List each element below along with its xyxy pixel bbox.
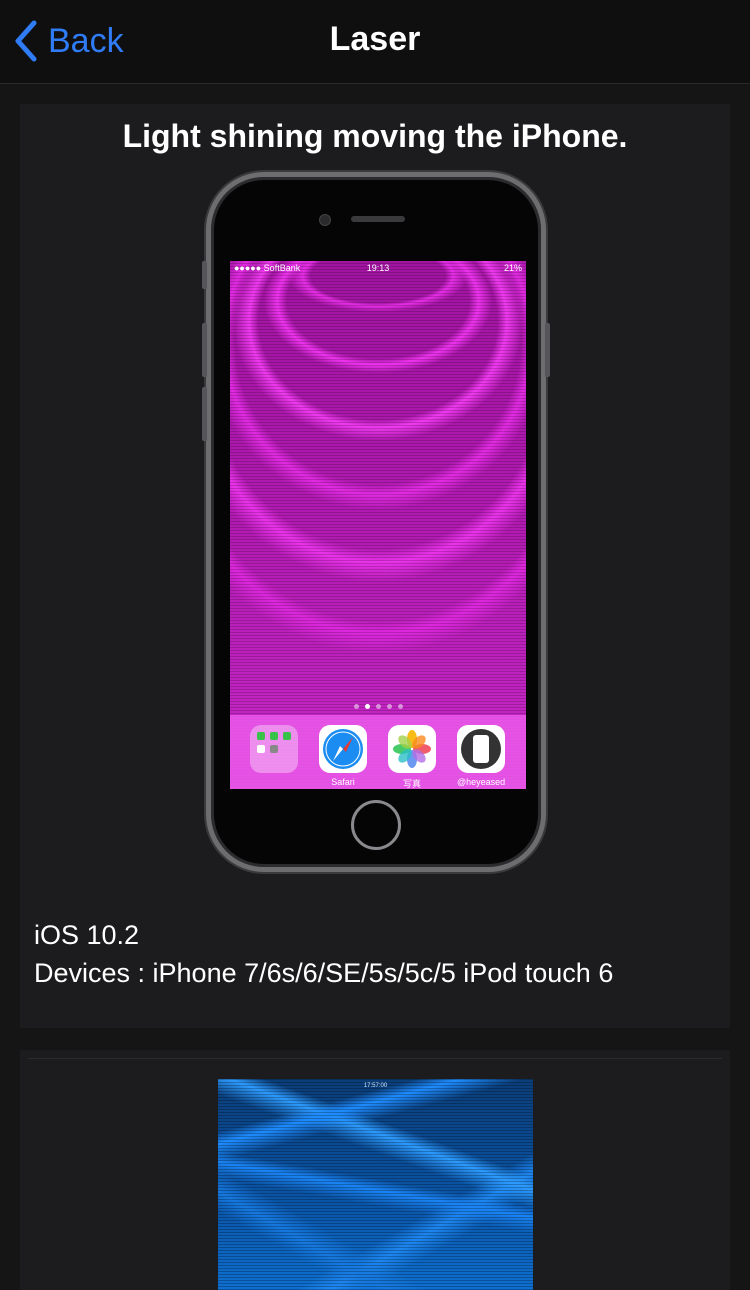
dock-app-safari: Safari (319, 725, 367, 787)
preview-status-time: 17:57:00 (363, 1083, 388, 1089)
phone-status-bar: ●●●●● SoftBank 19:13 21% (230, 261, 526, 275)
iphone-mockup: ●●●●● SoftBank 19:13 21% Safari 写真 @heye… (202, 172, 550, 872)
volume-up-button (202, 323, 207, 377)
page-indicator (230, 704, 526, 709)
page-dot (353, 704, 359, 709)
power-button (545, 323, 550, 377)
home-button (351, 800, 401, 850)
page-dot-active (364, 704, 370, 709)
battery-percent: 21% (503, 263, 522, 273)
dock-app-heyeased: @heyeased (457, 725, 505, 787)
supported-devices: Devices : iPhone 7/6s/6/SE/5s/5c/5 iPod … (34, 958, 614, 988)
phone-screen-laser-wallpaper: ●●●●● SoftBank 19:13 21% Safari 写真 @heye… (230, 261, 526, 789)
dock-app-label: @heyeased (457, 777, 506, 787)
divider (28, 1058, 722, 1059)
dock-app-photos: 写真 (388, 725, 436, 789)
front-camera (319, 214, 331, 226)
page-title: Laser (329, 20, 421, 58)
wallpaper-description: iOS 10.2 Devices : iPhone 7/6s/6/SE/5s/5… (34, 916, 613, 992)
safari-icon (319, 725, 367, 773)
phone-dock: Safari 写真 @heyeased (230, 715, 526, 789)
wallpaper-card-2[interactable]: 17:57:00 (20, 1050, 730, 1290)
volume-down-button (202, 387, 207, 441)
status-time: 19:13 (366, 263, 390, 273)
page-dot (386, 704, 392, 709)
page-dot (375, 704, 381, 709)
ios-version: iOS 10.2 (34, 920, 140, 950)
folder-icon (250, 725, 298, 773)
wallpaper-card[interactable]: Light shining moving the iPhone. ●●●●● S… (20, 104, 730, 1028)
page-dot (397, 704, 403, 709)
dock-app-label: 写真 (402, 779, 421, 789)
dock-app-folder (250, 725, 298, 777)
card-title: Light shining moving the iPhone. (122, 118, 628, 154)
blue-laser-preview-image: 17:57:00 (218, 1079, 533, 1290)
mute-switch (202, 261, 207, 289)
earpiece-speaker (351, 216, 405, 222)
heyeased-icon (457, 725, 505, 773)
navigation-bar: Back Laser (0, 0, 750, 84)
photos-icon (388, 725, 436, 773)
dock-app-label: Safari (331, 777, 355, 787)
